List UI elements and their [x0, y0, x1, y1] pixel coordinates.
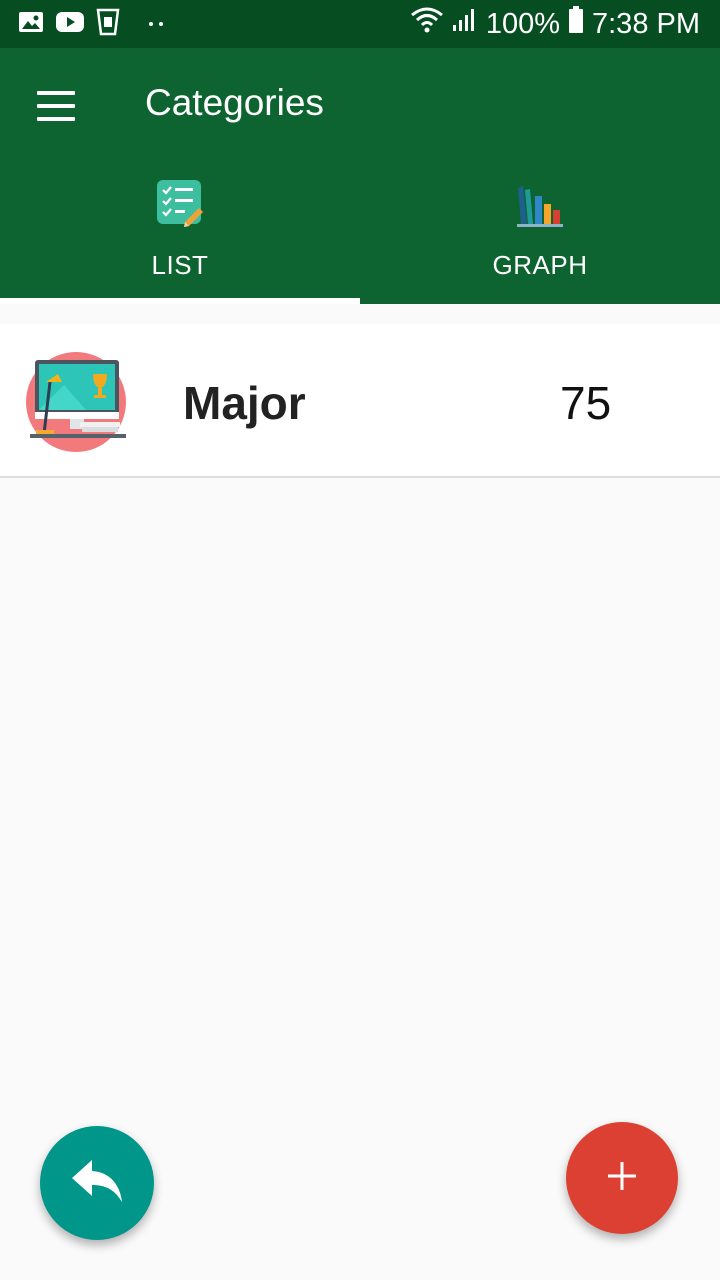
back-button[interactable]	[40, 1126, 154, 1240]
app-bar: Categories LIST GRAPH	[0, 48, 720, 304]
status-left-icons	[18, 8, 166, 41]
tab-selected-indicator	[0, 298, 360, 304]
reply-arrow-icon	[70, 1158, 124, 1209]
category-name: Major	[183, 377, 306, 429]
category-value: 75	[560, 377, 612, 429]
add-category-button[interactable]	[566, 1122, 678, 1234]
desk-computer-icon	[24, 350, 128, 454]
battery-icon	[568, 6, 584, 42]
battery-percent: 100%	[485, 7, 560, 40]
list-item[interactable]: Major 75	[0, 324, 720, 478]
category-list: Major 75	[0, 324, 720, 478]
tab-list[interactable]: LIST	[0, 174, 360, 304]
clock: 7:38 PM	[592, 7, 700, 40]
status-right-icons: 100% 7:38 PM	[410, 6, 700, 42]
signal-icon	[452, 7, 478, 41]
tab-graph-label: GRAPH	[492, 250, 588, 280]
cup-icon	[96, 8, 120, 41]
bar-chart-icon	[515, 178, 565, 228]
plus-icon	[606, 1160, 638, 1197]
tab-list-label: LIST	[151, 250, 209, 280]
wifi-icon	[410, 6, 444, 42]
youtube-icon	[56, 11, 84, 38]
hamburger-menu-icon[interactable]	[26, 78, 86, 134]
tab-graph[interactable]: GRAPH	[360, 174, 720, 304]
status-bar: 100% 7:38 PM	[0, 0, 720, 48]
gallery-icon	[18, 10, 44, 39]
dots-icon	[148, 15, 166, 33]
checklist-icon	[155, 178, 205, 228]
page-title: Categories	[145, 82, 324, 123]
